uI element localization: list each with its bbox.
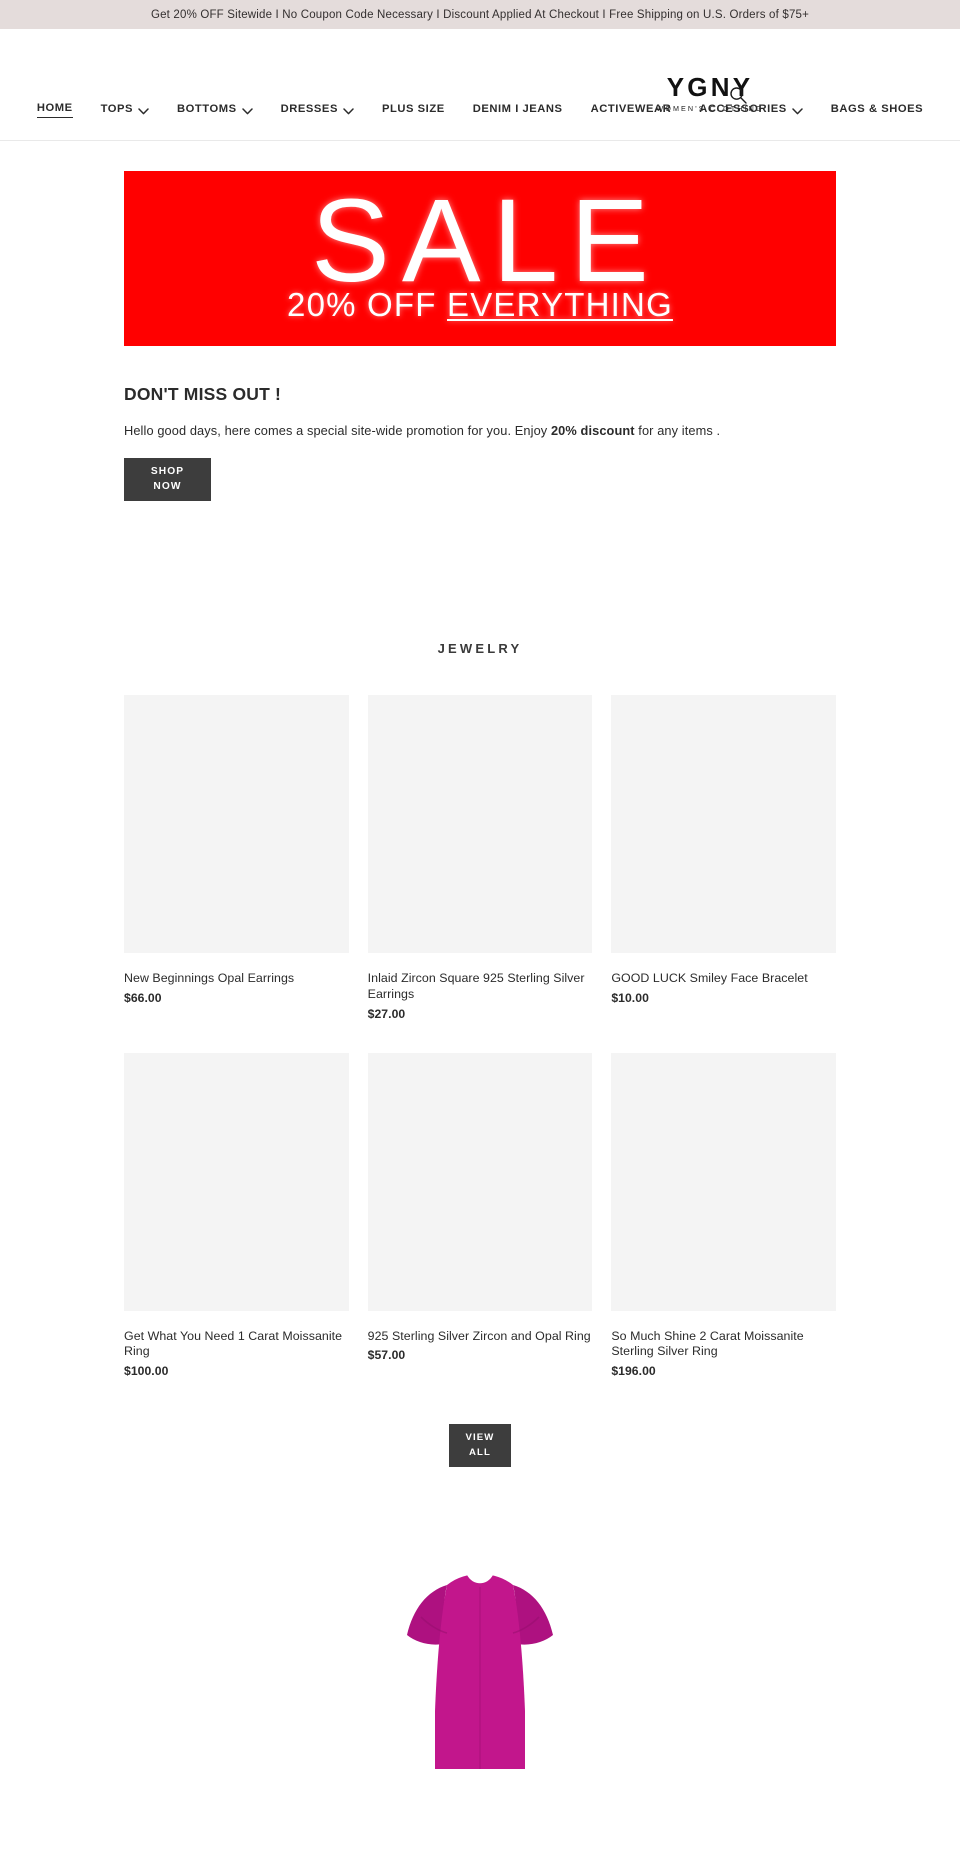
product-title: GOOD LUCK Smiley Face Bracelet bbox=[611, 971, 808, 985]
product-price: $66.00 bbox=[124, 990, 162, 1005]
main-navigation: HOME TOPS BOTTOMS DRESSES PLUS SIZE DENI… bbox=[0, 100, 960, 130]
product-price: $27.00 bbox=[367, 1006, 406, 1021]
nav-item-dresses[interactable]: DRESSES bbox=[267, 101, 368, 117]
nav-item-plus-size[interactable]: PLUS SIZE bbox=[368, 101, 459, 117]
product-price: $10.00 bbox=[611, 990, 649, 1005]
promo-body-bold: 20% discount bbox=[550, 423, 635, 438]
chevron-down-icon bbox=[241, 106, 253, 114]
nav-item-denim-jeans[interactable]: DENIM I JEANS bbox=[459, 101, 577, 117]
product-price: $100.00 bbox=[124, 1364, 169, 1378]
product-title: So Much Shine 2 Carat Moissanite Sterlin… bbox=[611, 1328, 804, 1359]
product-grid-row-1: New Beginnings Opal Earrings $66.00 Inla… bbox=[124, 695, 836, 1021]
product-card[interactable]: Get What You Need 1 Carat Moissanite Rin… bbox=[124, 1052, 349, 1378]
site-header: YGNY WOMEN'S CLOTHING HOME TOPS BOTTOMS bbox=[0, 29, 960, 138]
nav-item-bags-shoes[interactable]: BAGS & SHOES bbox=[817, 101, 937, 117]
product-image[interactable] bbox=[611, 695, 836, 953]
nav-item-activewear[interactable]: ACTIVEWEAR bbox=[577, 101, 686, 117]
sale-banner[interactable]: SALE 20% OFF EVERYTHING bbox=[124, 171, 836, 346]
sale-headline: SALE bbox=[311, 175, 661, 308]
promo-section: DON'T MISS OUT ! Hello good days, here c… bbox=[0, 346, 960, 501]
sale-subline-underlined: EVERYTHING bbox=[447, 285, 673, 323]
promo-banner-container: SALE 20% OFF EVERYTHING bbox=[0, 141, 960, 346]
nav-item-home[interactable]: HOME bbox=[23, 100, 87, 118]
announcement-text: Get 20% OFF Sitewide I No Coupon Code Ne… bbox=[150, 8, 810, 21]
product-image[interactable] bbox=[124, 695, 349, 953]
product-grid-row-2: Get What You Need 1 Carat Moissanite Rin… bbox=[124, 1052, 836, 1379]
product-card[interactable]: So Much Shine 2 Carat Moissanite Sterlin… bbox=[611, 1052, 836, 1378]
product-card[interactable]: Inlaid Zircon Square 925 Sterling Silver… bbox=[367, 695, 593, 1021]
featured-dress-image[interactable] bbox=[391, 1559, 569, 1769]
product-title: Get What You Need 1 Carat Moissanite Rin… bbox=[124, 1328, 343, 1359]
view-all-line2: ALL bbox=[469, 1446, 491, 1458]
view-all-container: VIEW ALL bbox=[124, 1424, 836, 1467]
product-image[interactable] bbox=[611, 1052, 836, 1311]
shop-now-line2: NOW bbox=[153, 480, 182, 492]
product-card[interactable]: 925 Sterling Silver Zircon and Opal Ring… bbox=[367, 1052, 593, 1379]
view-all-line1: VIEW bbox=[465, 1432, 495, 1444]
nav-label-tops: TOPS bbox=[100, 103, 134, 115]
chevron-down-icon bbox=[343, 106, 354, 114]
nav-label-denim-jeans: DENIM I JEANS bbox=[472, 103, 563, 115]
section-title-jewelry: JEWELRY bbox=[437, 641, 523, 656]
nav-item-bottoms[interactable]: BOTTOMS bbox=[163, 101, 267, 117]
sale-subline: 20% OFF EVERYTHING bbox=[287, 286, 673, 324]
nav-label-plus-size: PLUS SIZE bbox=[381, 103, 445, 115]
promo-body-after: for any items . bbox=[634, 423, 721, 438]
promo-body: Hello good days, here comes a special si… bbox=[124, 423, 836, 438]
nav-label-activewear: ACTIVEWEAR bbox=[590, 103, 672, 115]
product-card[interactable]: GOOD LUCK Smiley Face Bracelet $10.00 bbox=[611, 695, 836, 1021]
featured-product-section bbox=[0, 1559, 960, 1769]
nav-label-bags-shoes: BAGS & SHOES bbox=[830, 103, 924, 115]
nav-item-tops[interactable]: TOPS bbox=[87, 101, 163, 117]
logo-wordmark: YGNY bbox=[666, 72, 754, 102]
chevron-down-icon bbox=[138, 106, 149, 114]
promo-title: DON'T MISS OUT ! bbox=[124, 384, 282, 404]
product-card[interactable]: New Beginnings Opal Earrings $66.00 bbox=[124, 695, 349, 1021]
product-title: 925 Sterling Silver Zircon and Opal Ring bbox=[367, 1328, 591, 1343]
chevron-down-icon bbox=[792, 106, 803, 114]
nav-label-bottoms: BOTTOMS bbox=[177, 103, 237, 115]
shop-now-button[interactable]: SHOP NOW bbox=[124, 458, 211, 501]
product-title: New Beginnings Opal Earrings bbox=[124, 971, 295, 985]
product-price: $196.00 bbox=[611, 1364, 656, 1378]
shop-now-line1: SHOP bbox=[150, 465, 185, 477]
product-price: $57.00 bbox=[367, 1348, 406, 1363]
nav-label-home: HOME bbox=[36, 100, 73, 118]
product-image[interactable] bbox=[367, 695, 593, 953]
product-image[interactable] bbox=[124, 1052, 349, 1311]
grid-row-spacer bbox=[124, 1021, 836, 1053]
nav-label-dresses: DRESSES bbox=[280, 103, 338, 115]
sale-subline-plain: 20% OFF bbox=[287, 285, 448, 323]
announcement-bar: Get 20% OFF Sitewide I No Coupon Code Ne… bbox=[0, 0, 960, 29]
nav-label-accessories: ACCESSORIES bbox=[699, 103, 787, 115]
nav-item-accessories[interactable]: ACCESSORIES bbox=[685, 101, 817, 117]
jewelry-section: JEWELRY New Beginnings Opal Earrings $66… bbox=[0, 641, 960, 1467]
product-title: Inlaid Zircon Square 925 Sterling Silver… bbox=[367, 971, 585, 1001]
product-image[interactable] bbox=[367, 1052, 593, 1311]
promo-body-before: Hello good days, here comes a special si… bbox=[124, 423, 551, 438]
view-all-button[interactable]: VIEW ALL bbox=[449, 1424, 511, 1467]
